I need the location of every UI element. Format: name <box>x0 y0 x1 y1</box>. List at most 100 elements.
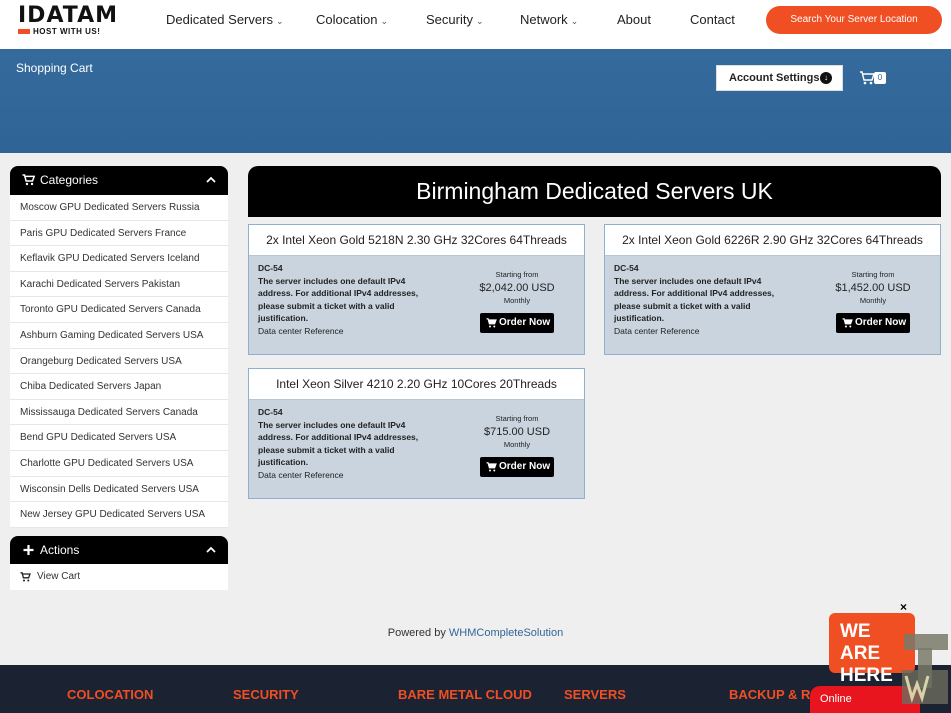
product-pricing: Starting from $1,452.00 USD Monthly <box>823 270 923 306</box>
order-now-button[interactable]: Order Now <box>836 313 910 333</box>
product-description: DC-54 The server includes one default IP… <box>614 262 789 337</box>
categories-panel-header[interactable]: Categories <box>10 166 228 195</box>
category-item[interactable]: Charlotte GPU Dedicated Servers USA <box>10 451 228 477</box>
billing-cycle: Monthly <box>503 440 531 449</box>
logo-accent-bar <box>18 29 30 34</box>
cart-icon[interactable] <box>859 71 875 85</box>
order-now-label: Order Now <box>499 317 551 328</box>
nav-security[interactable]: Security ⌄ <box>426 12 484 29</box>
nav-label: Security <box>426 12 473 27</box>
footer-heading-colocation: COLOCATION <box>67 687 154 702</box>
footer-heading-servers: SERVERS <box>564 687 626 702</box>
order-now-button[interactable]: Order Now <box>480 457 554 477</box>
account-settings-label: Account Settings <box>729 72 820 84</box>
cart-icon <box>20 572 31 582</box>
category-heading: Birmingham Dedicated Servers UK <box>248 166 941 217</box>
cart-icon <box>486 462 497 472</box>
search-server-location-button[interactable]: Search Your Server Location <box>766 6 942 34</box>
nav-label: Contact <box>690 12 735 27</box>
product-price: $1,452.00 USD <box>835 282 911 294</box>
product-price: $715.00 USD <box>483 426 551 438</box>
product-text: The server includes one default IPv4 add… <box>614 275 775 324</box>
chevron-down-icon: ⌄ <box>275 16 284 26</box>
view-cart-label: View Cart <box>37 571 81 582</box>
chevron-down-icon: ⌄ <box>475 16 484 26</box>
product-name: 2x Intel Xeon Gold 5218N 2.30 GHz 32Core… <box>249 225 584 256</box>
category-item[interactable]: Wisconsin Dells Dedicated Servers USA <box>10 477 228 503</box>
category-item[interactable]: New Jersey GPU Dedicated Servers USA <box>10 502 228 528</box>
order-now-button[interactable]: Order Now <box>480 313 554 333</box>
product-code: DC-54 <box>614 263 639 273</box>
product-pricing: Starting from $715.00 USD Monthly <box>467 414 567 450</box>
category-item[interactable]: Bend GPU Dedicated Servers USA <box>10 425 228 451</box>
nav-label: Dedicated Servers <box>166 12 273 27</box>
nav-about[interactable]: About <box>617 12 651 28</box>
chevron-up-icon[interactable] <box>206 175 216 185</box>
starting-from-label: Starting from <box>495 270 539 279</box>
category-item[interactable]: Toronto GPU Dedicated Servers Canada <box>10 297 228 323</box>
plus-icon <box>23 545 34 555</box>
product-card: 2x Intel Xeon Gold 5218N 2.30 GHz 32Core… <box>248 224 585 355</box>
powered-by-prefix: Powered by <box>387 627 446 639</box>
category-item[interactable]: Chiba Dedicated Servers Japan <box>10 374 228 400</box>
brand-logo[interactable]: IDATAM HOST WITH US! <box>18 4 130 42</box>
starting-from-label: Starting from <box>851 270 895 279</box>
starting-from-label: Starting from <box>495 414 539 423</box>
product-name: Intel Xeon Silver 4210 2.20 GHz 10Cores … <box>249 369 584 400</box>
nav-label: Colocation <box>316 12 378 27</box>
nav-label: About <box>617 12 651 27</box>
nav-contact[interactable]: Contact <box>690 12 735 28</box>
footer-heading-backup: BACKUP & R <box>729 687 811 702</box>
order-now-label: Order Now <box>855 317 907 328</box>
cart-icon <box>842 318 853 328</box>
view-cart-link[interactable]: View Cart <box>10 564 228 590</box>
brand-name: IDATAM <box>18 3 118 28</box>
site-footer: COLOCATION SECURITY BARE METAL CLOUD SER… <box>0 665 951 713</box>
product-description: DC-54 The server includes one default IP… <box>258 406 433 481</box>
nav-colocation[interactable]: Colocation ⌄ <box>316 12 388 29</box>
product-code: DC-54 <box>258 407 283 417</box>
nav-network[interactable]: Network ⌄ <box>520 12 578 29</box>
chevron-down-icon: ⌄ <box>380 16 388 26</box>
product-pricing: Starting from $2,042.00 USD Monthly <box>467 270 567 306</box>
category-item[interactable]: Orangeburg Dedicated Servers USA <box>10 349 228 375</box>
product-card: Intel Xeon Silver 4210 2.20 GHz 10Cores … <box>248 368 585 499</box>
category-item[interactable]: Keflavik GPU Dedicated Servers Iceland <box>10 246 228 272</box>
arrow-down-circle-icon: ↓ <box>820 72 832 84</box>
account-settings-button[interactable]: Account Settings ↓ <box>716 65 843 91</box>
actions-list: View Cart <box>10 564 228 590</box>
categories-title: Categories <box>40 173 99 187</box>
product-name: 2x Intel Xeon Gold 6226R 2.90 GHz 32Core… <box>605 225 940 256</box>
product-text: The server includes one default IPv4 add… <box>258 275 419 324</box>
product-description: DC-54 The server includes one default IP… <box>258 262 433 337</box>
datacenter-reference: Data center Reference <box>258 325 344 336</box>
categories-list: Moscow GPU Dedicated Servers Russia Pari… <box>10 195 228 528</box>
page-title: Shopping Cart <box>16 61 93 75</box>
order-now-label: Order Now <box>499 461 551 472</box>
footer-heading-bare-metal-cloud: BARE METAL CLOUD <box>398 687 532 702</box>
product-card: 2x Intel Xeon Gold 6226R 2.90 GHz 32Core… <box>604 224 941 355</box>
category-item[interactable]: Karachi Dedicated Servers Pakistan <box>10 272 228 298</box>
category-item[interactable]: Ashburn Gaming Dedicated Servers USA <box>10 323 228 349</box>
category-item[interactable]: Mississauga Dedicated Servers Canada <box>10 400 228 426</box>
datacenter-reference: Data center Reference <box>258 469 344 480</box>
whmcs-link[interactable]: WHMCompleteSolution <box>449 627 563 639</box>
actions-title: Actions <box>40 543 80 557</box>
close-icon[interactable]: × <box>900 600 907 614</box>
nav-label: Network <box>520 12 568 27</box>
category-item[interactable]: Paris GPU Dedicated Servers France <box>10 221 228 247</box>
chat-badge-line2: HERE <box>840 665 893 686</box>
page-header-band: Shopping Cart Account Settings ↓ 0 <box>0 49 951 153</box>
product-price: $2,042.00 USD <box>479 282 555 294</box>
chevron-down-icon: ⌄ <box>570 16 579 26</box>
powered-by: Powered by WHMCompleteSolution <box>0 627 951 639</box>
actions-panel-header[interactable]: Actions <box>10 536 228 565</box>
category-item[interactable]: Moscow GPU Dedicated Servers Russia <box>10 195 228 221</box>
chevron-up-icon[interactable] <box>206 545 216 555</box>
watermark-logo <box>902 634 948 704</box>
billing-cycle: Monthly <box>859 296 887 305</box>
nav-dedicated-servers[interactable]: Dedicated Servers ⌄ <box>166 12 284 29</box>
product-code: DC-54 <box>258 263 283 273</box>
brand-tagline: HOST WITH US! <box>33 27 101 36</box>
product-text: The server includes one default IPv4 add… <box>258 419 419 468</box>
